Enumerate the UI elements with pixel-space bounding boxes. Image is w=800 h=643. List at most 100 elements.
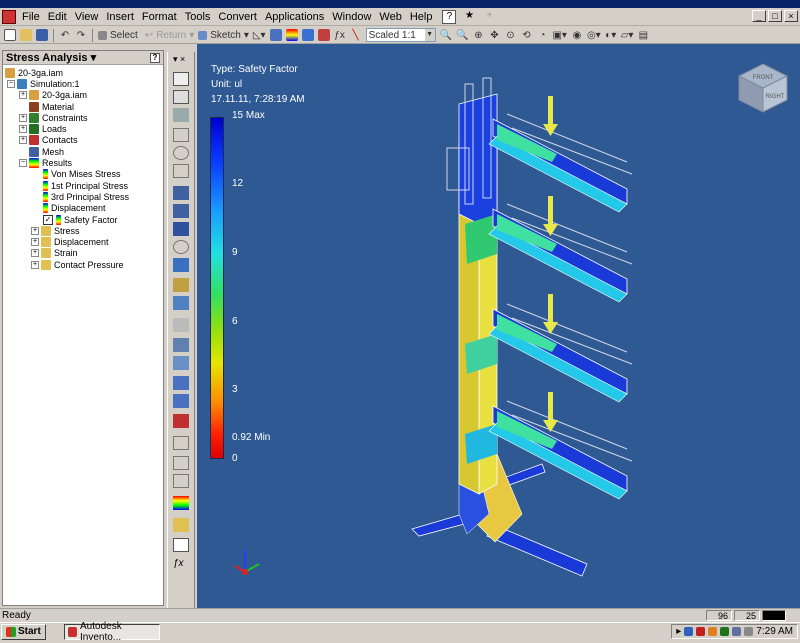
probe-icon[interactable] [173,456,189,470]
tray-icon[interactable] [684,627,694,636]
rotate-icon[interactable]: ⟲ [518,28,534,43]
simulate-icon[interactable] [173,414,189,428]
tree-item-1st-principal[interactable]: 1st Principal Stress [3,180,163,191]
expand-icon[interactable]: + [19,113,27,122]
tree-item-assembly[interactable]: 20-3ga.iam [3,67,163,78]
automatic-contact-icon[interactable] [173,318,189,332]
tray-icon[interactable] [732,627,742,636]
expand-icon[interactable]: + [31,226,39,235]
local-mesh-icon[interactable] [173,394,189,408]
tree-item-material[interactable]: Material [3,101,163,112]
menu-convert[interactable]: Convert [214,11,261,23]
expand-icon[interactable]: + [31,238,39,247]
tray-icon[interactable] [696,627,706,636]
menu-format[interactable]: Format [138,11,181,23]
load-arrow-3[interactable] [543,294,558,334]
force-tool-icon[interactable] [173,186,189,200]
expand-icon[interactable]: + [19,136,27,145]
shaded-icon[interactable]: ◉ [569,28,585,43]
mesh-view-icon[interactable] [173,356,189,370]
clock[interactable]: 7:29 AM [756,626,793,637]
collapse-icon[interactable]: − [19,159,27,168]
bearing-tool-icon[interactable] [173,222,189,236]
constraint-tool-icon[interactable] [173,128,189,142]
view-cube-icon[interactable]: ▣▾ [550,28,568,43]
scale-dropdown[interactable]: Scaled 1:1 ▼ [364,28,438,43]
undo-icon[interactable]: ↶ [57,28,73,43]
material-tool-icon[interactable] [173,90,189,104]
panel-menu-icon[interactable]: ▾ × [173,54,189,68]
color-icon[interactable] [284,28,300,43]
measure-icon[interactable] [300,28,316,43]
menu-view[interactable]: View [71,11,103,23]
sketch-button[interactable]: Sketch ▾ [196,28,251,43]
guide-icon[interactable] [173,538,189,552]
return-button[interactable]: ↩ Return ▾ [143,28,196,43]
tree-item-assembly-ref[interactable]: +20-3ga.iam [3,90,163,101]
menu-edit[interactable]: Edit [44,11,71,23]
plus-icon[interactable]: + [482,10,496,24]
frictionless-tool-icon[interactable] [173,164,189,178]
fx-parameters-icon[interactable]: ƒx [173,558,189,572]
sketch-tool-icon[interactable]: ◺▾ [251,28,268,43]
moment-tool-icon[interactable] [173,240,189,254]
tree-item-contacts[interactable]: + Contacts [3,135,163,146]
tree-item-stress[interactable]: + Stress [3,225,163,236]
contact-tool-icon[interactable] [173,296,189,310]
fea-model[interactable] [197,44,800,608]
zoom-all-icon[interactable]: 🔍 [438,28,454,43]
favorites-icon[interactable]: ★ [462,10,476,24]
expand-icon[interactable]: + [31,249,39,258]
mesh-settings-icon[interactable] [173,376,189,390]
tree-item-simulation[interactable]: − Simulation:1 [3,78,163,89]
parts-icon[interactable] [268,28,284,43]
tree-item-contact-pressure[interactable]: + Contact Pressure [3,259,163,270]
minimize-button[interactable]: _ [752,10,766,22]
params-icon[interactable] [316,28,332,43]
restore-button[interactable]: □ [768,10,782,22]
tree-item-von-mises[interactable]: Von Mises Stress [3,169,163,180]
simulation-tool-icon[interactable] [173,72,189,86]
expand-icon[interactable]: + [19,91,27,100]
menu-window[interactable]: Window [328,11,375,23]
manual-contact-icon[interactable] [173,338,189,352]
tree-item-constraints[interactable]: + Constraints [3,112,163,123]
open-file-icon[interactable] [18,28,34,43]
graphics-viewport[interactable]: Type: Safety Factor Unit: ul 17.11.11, 7… [197,44,800,608]
tray-icon[interactable] [708,627,718,636]
convergence-icon[interactable] [173,474,189,488]
menu-file[interactable]: File [18,11,44,23]
report-icon[interactable] [173,518,189,532]
options-icon[interactable]: ▤ [635,28,651,43]
new-file-icon[interactable] [2,28,18,43]
line-icon[interactable]: ╲ [348,28,364,43]
load-arrow-4[interactable] [543,392,558,432]
zoom-selected-icon[interactable]: ⊙ [502,28,518,43]
browser-title[interactable]: Stress Analysis ▾ [6,51,96,64]
mesh-tool-icon[interactable] [173,108,189,122]
checkmark-icon[interactable]: ✓ [43,214,53,225]
display-mode-icon[interactable]: ◎▾ [585,28,603,43]
tree-item-3rd-principal[interactable]: 3rd Principal Stress [3,191,163,202]
menu-help[interactable]: Help [406,11,437,23]
body-load-icon[interactable] [173,278,189,292]
zoom-icon[interactable]: 🔍 [454,28,470,43]
menu-tools[interactable]: Tools [181,11,215,23]
tree-item-results[interactable]: − Results [3,157,163,169]
close-button[interactable]: × [784,10,798,22]
menu-applications[interactable]: Applications [261,11,328,23]
menu-insert[interactable]: Insert [102,11,138,23]
color-bar-icon[interactable] [173,496,189,510]
collapse-icon[interactable]: − [7,79,15,88]
pressure-tool-icon[interactable] [173,204,189,218]
start-button[interactable]: Start [1,623,46,640]
taskbar-item-inventor[interactable]: Autodesk Invento... [63,621,160,643]
fx-icon[interactable]: ƒx [332,28,348,43]
look-at-icon[interactable]: ◔ [534,28,550,43]
animate-icon[interactable] [173,436,189,450]
tree-item-displacement-result[interactable]: Displacement [3,203,163,214]
load-arrow-1[interactable] [543,96,558,136]
expand-icon[interactable]: + [31,260,39,269]
help-icon[interactable]: ? [150,52,160,63]
expand-icon[interactable]: + [19,125,27,134]
